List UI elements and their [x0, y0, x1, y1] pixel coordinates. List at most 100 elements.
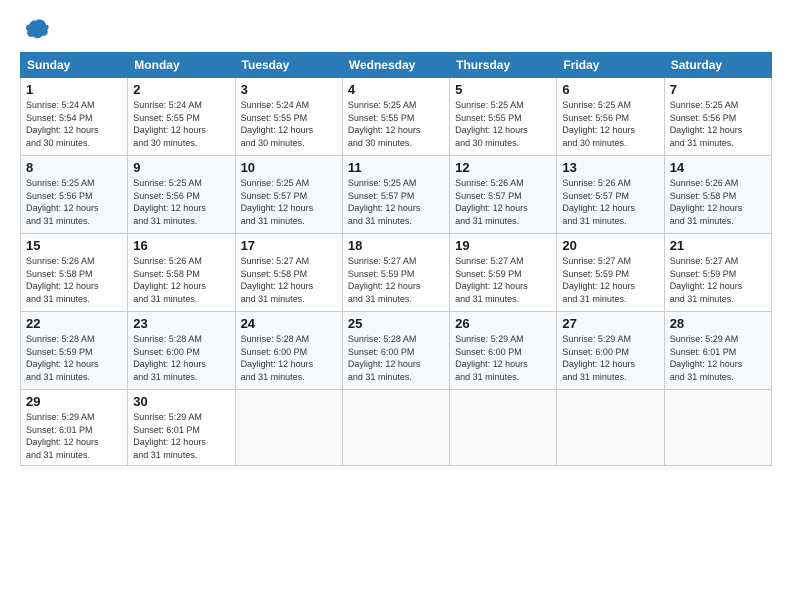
day-number: 14: [670, 160, 766, 175]
day-info: Sunrise: 5:25 AMSunset: 5:56 PMDaylight:…: [133, 177, 229, 227]
day-number: 1: [26, 82, 122, 97]
weekday-header-row: SundayMondayTuesdayWednesdayThursdayFrid…: [21, 53, 772, 78]
calendar-cell: 5 Sunrise: 5:25 AMSunset: 5:55 PMDaylight…: [450, 78, 557, 156]
day-info: Sunrise: 5:24 AMSunset: 5:55 PMDaylight:…: [133, 99, 229, 149]
calendar-cell: [450, 390, 557, 466]
day-info: Sunrise: 5:26 AMSunset: 5:57 PMDaylight:…: [455, 177, 551, 227]
day-number: 7: [670, 82, 766, 97]
day-number: 28: [670, 316, 766, 331]
day-info: Sunrise: 5:24 AMSunset: 5:55 PMDaylight:…: [241, 99, 337, 149]
calendar-cell: 23 Sunrise: 5:28 AMSunset: 6:00 PMDayligh…: [128, 312, 235, 390]
weekday-header-sunday: Sunday: [21, 53, 128, 78]
calendar-cell: 7 Sunrise: 5:25 AMSunset: 5:56 PMDaylight…: [664, 78, 771, 156]
calendar-cell: 11 Sunrise: 5:25 AMSunset: 5:57 PMDayligh…: [342, 156, 449, 234]
day-info: Sunrise: 5:28 AMSunset: 5:59 PMDaylight:…: [26, 333, 122, 383]
day-number: 3: [241, 82, 337, 97]
day-number: 25: [348, 316, 444, 331]
calendar-cell: 12 Sunrise: 5:26 AMSunset: 5:57 PMDayligh…: [450, 156, 557, 234]
calendar-cell: 22Sunrise: 5:28 AMSunset: 5:59 PMDayligh…: [21, 312, 128, 390]
day-number: 19: [455, 238, 551, 253]
calendar-cell: 17 Sunrise: 5:27 AMSunset: 5:58 PMDayligh…: [235, 234, 342, 312]
day-info: Sunrise: 5:28 AMSunset: 6:00 PMDaylight:…: [133, 333, 229, 383]
calendar-cell: 15 Sunrise: 5:26 AMSunset: 5:58 PMDayligh…: [21, 234, 128, 312]
calendar-cell: 13 Sunrise: 5:26 AMSunset: 5:57 PMDayligh…: [557, 156, 664, 234]
calendar-cell: 1 Sunrise: 5:24 AMSunset: 5:54 PMDaylight…: [21, 78, 128, 156]
day-number: 24: [241, 316, 337, 331]
day-info: Sunrise: 5:25 AMSunset: 5:57 PMDaylight:…: [241, 177, 337, 227]
day-number: 27: [562, 316, 658, 331]
calendar-week-row: 22Sunrise: 5:28 AMSunset: 5:59 PMDayligh…: [21, 312, 772, 390]
day-number: 29: [26, 394, 122, 409]
day-number: 8: [26, 160, 122, 175]
calendar-cell: 3 Sunrise: 5:24 AMSunset: 5:55 PMDaylight…: [235, 78, 342, 156]
day-info: Sunrise: 5:29 AMSunset: 6:00 PMDaylight:…: [455, 333, 551, 383]
day-number: 4: [348, 82, 444, 97]
calendar-cell: 21 Sunrise: 5:27 AMSunset: 5:59 PMDayligh…: [664, 234, 771, 312]
calendar-week-row: 1 Sunrise: 5:24 AMSunset: 5:54 PMDaylight…: [21, 78, 772, 156]
day-info: Sunrise: 5:25 AMSunset: 5:57 PMDaylight:…: [348, 177, 444, 227]
calendar-cell: 6 Sunrise: 5:25 AMSunset: 5:56 PMDaylight…: [557, 78, 664, 156]
calendar-week-row: 15 Sunrise: 5:26 AMSunset: 5:58 PMDayligh…: [21, 234, 772, 312]
day-number: 12: [455, 160, 551, 175]
logo: [20, 16, 50, 44]
day-number: 15: [26, 238, 122, 253]
header: [20, 16, 772, 44]
day-number: 11: [348, 160, 444, 175]
day-info: Sunrise: 5:27 AMSunset: 5:59 PMDaylight:…: [455, 255, 551, 305]
calendar-cell: 27 Sunrise: 5:29 AMSunset: 6:00 PMDayligh…: [557, 312, 664, 390]
day-number: 13: [562, 160, 658, 175]
day-info: Sunrise: 5:29 AMSunset: 6:01 PMDaylight:…: [26, 411, 122, 461]
calendar-cell: 24Sunrise: 5:28 AMSunset: 6:00 PMDayligh…: [235, 312, 342, 390]
calendar-cell: 19 Sunrise: 5:27 AMSunset: 5:59 PMDayligh…: [450, 234, 557, 312]
day-info: Sunrise: 5:25 AMSunset: 5:55 PMDaylight:…: [348, 99, 444, 149]
calendar-cell: 9Sunrise: 5:25 AMSunset: 5:56 PMDaylight…: [128, 156, 235, 234]
calendar-cell: [664, 390, 771, 466]
day-info: Sunrise: 5:29 AMSunset: 6:00 PMDaylight:…: [562, 333, 658, 383]
day-info: Sunrise: 5:25 AMSunset: 5:55 PMDaylight:…: [455, 99, 551, 149]
day-number: 16: [133, 238, 229, 253]
weekday-header-monday: Monday: [128, 53, 235, 78]
day-info: Sunrise: 5:25 AMSunset: 5:56 PMDaylight:…: [670, 99, 766, 149]
weekday-header-thursday: Thursday: [450, 53, 557, 78]
day-number: 5: [455, 82, 551, 97]
day-info: Sunrise: 5:24 AMSunset: 5:54 PMDaylight:…: [26, 99, 122, 149]
calendar-week-row: 29 Sunrise: 5:29 AMSunset: 6:01 PMDayligh…: [21, 390, 772, 466]
weekday-header-saturday: Saturday: [664, 53, 771, 78]
calendar-cell: 25 Sunrise: 5:28 AMSunset: 6:00 PMDayligh…: [342, 312, 449, 390]
calendar-page: SundayMondayTuesdayWednesdayThursdayFrid…: [0, 0, 792, 612]
day-number: 23: [133, 316, 229, 331]
calendar-cell: [342, 390, 449, 466]
calendar-cell: 2 Sunrise: 5:24 AMSunset: 5:55 PMDaylight…: [128, 78, 235, 156]
day-number: 2: [133, 82, 229, 97]
calendar-week-row: 8 Sunrise: 5:25 AMSunset: 5:56 PMDaylight…: [21, 156, 772, 234]
calendar-table: SundayMondayTuesdayWednesdayThursdayFrid…: [20, 52, 772, 466]
day-info: Sunrise: 5:28 AMSunset: 6:00 PMDaylight:…: [348, 333, 444, 383]
day-info: Sunrise: 5:27 AMSunset: 5:59 PMDaylight:…: [562, 255, 658, 305]
day-number: 17: [241, 238, 337, 253]
calendar-cell: 18 Sunrise: 5:27 AMSunset: 5:59 PMDayligh…: [342, 234, 449, 312]
day-info: Sunrise: 5:29 AMSunset: 6:01 PMDaylight:…: [133, 411, 229, 461]
calendar-cell: 8 Sunrise: 5:25 AMSunset: 5:56 PMDaylight…: [21, 156, 128, 234]
day-info: Sunrise: 5:25 AMSunset: 5:56 PMDaylight:…: [26, 177, 122, 227]
day-number: 18: [348, 238, 444, 253]
day-info: Sunrise: 5:27 AMSunset: 5:59 PMDaylight:…: [348, 255, 444, 305]
calendar-cell: [235, 390, 342, 466]
calendar-cell: 30 Sunrise: 5:29 AMSunset: 6:01 PMDayligh…: [128, 390, 235, 466]
day-number: 21: [670, 238, 766, 253]
calendar-cell: 26Sunrise: 5:29 AMSunset: 6:00 PMDayligh…: [450, 312, 557, 390]
day-number: 10: [241, 160, 337, 175]
day-info: Sunrise: 5:26 AMSunset: 5:57 PMDaylight:…: [562, 177, 658, 227]
day-info: Sunrise: 5:27 AMSunset: 5:58 PMDaylight:…: [241, 255, 337, 305]
day-info: Sunrise: 5:25 AMSunset: 5:56 PMDaylight:…: [562, 99, 658, 149]
weekday-header-tuesday: Tuesday: [235, 53, 342, 78]
logo-icon: [22, 16, 50, 44]
calendar-cell: 10 Sunrise: 5:25 AMSunset: 5:57 PMDayligh…: [235, 156, 342, 234]
day-info: Sunrise: 5:26 AMSunset: 5:58 PMDaylight:…: [670, 177, 766, 227]
day-info: Sunrise: 5:27 AMSunset: 5:59 PMDaylight:…: [670, 255, 766, 305]
day-number: 20: [562, 238, 658, 253]
calendar-cell: 16Sunrise: 5:26 AMSunset: 5:58 PMDayligh…: [128, 234, 235, 312]
day-info: Sunrise: 5:26 AMSunset: 5:58 PMDaylight:…: [26, 255, 122, 305]
day-info: Sunrise: 5:29 AMSunset: 6:01 PMDaylight:…: [670, 333, 766, 383]
day-number: 6: [562, 82, 658, 97]
day-number: 30: [133, 394, 229, 409]
